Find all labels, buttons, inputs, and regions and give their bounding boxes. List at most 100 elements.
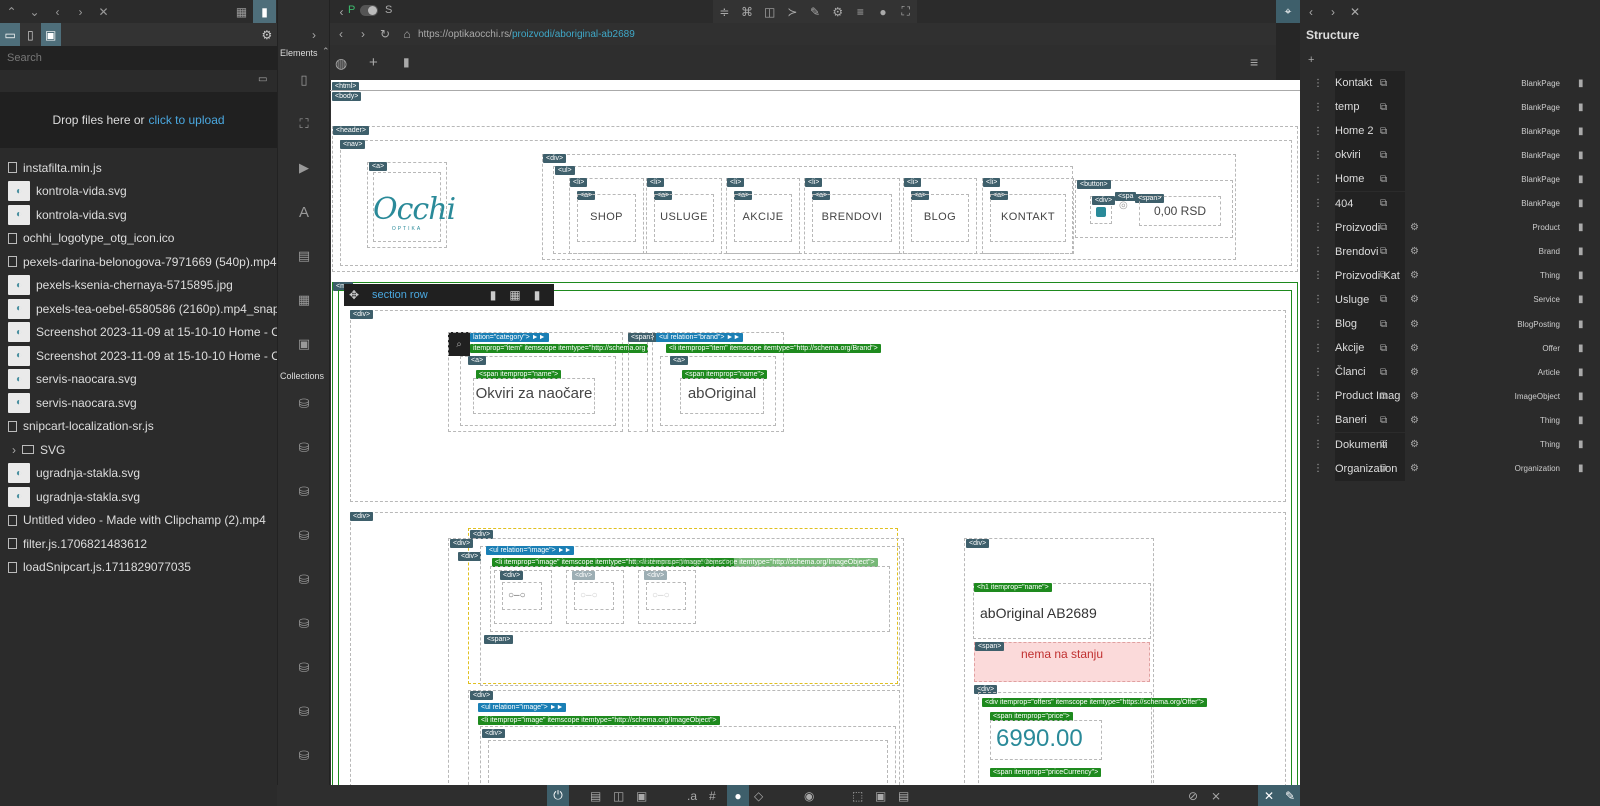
drag-handle-icon[interactable]: ⋮: [1313, 198, 1323, 209]
section-row-label[interactable]: section row: [372, 289, 482, 301]
structure-item[interactable]: ⋮ Dokumenti ⧉ ⚙ Thing ▮: [1300, 432, 1600, 457]
h1-name-tag[interactable]: <h1 itemprop="name">: [974, 583, 1052, 592]
video-icon[interactable]: ▶: [292, 156, 316, 180]
structure-item[interactable]: ⋮ Brendovi ⧉ ⚙ Brand ▮: [1300, 239, 1600, 264]
nav-tag[interactable]: <nav>: [340, 140, 366, 149]
drag-handle-icon[interactable]: ⋮: [1313, 270, 1323, 281]
drag-handle-icon[interactable]: ⋮: [1313, 174, 1323, 185]
external-link-icon[interactable]: ⧉: [1380, 319, 1387, 330]
structure-item[interactable]: ⋮ Home 2 ⧉ BlankPage ▮: [1300, 119, 1600, 144]
drag-handle-icon[interactable]: ⋮: [1313, 391, 1323, 402]
class-icon[interactable]: .a: [687, 789, 697, 803]
sliders-icon[interactable]: ≑: [713, 0, 736, 23]
trash-icon[interactable]: ▮: [1578, 319, 1584, 330]
close-icon[interactable]: ✕: [92, 0, 115, 23]
structure-item[interactable]: ⋮ Članci ⧉ ⚙ Article ▮: [1300, 360, 1600, 385]
users-icon[interactable]: ●: [727, 785, 749, 806]
drag-handle-icon[interactable]: ⋮: [1313, 102, 1323, 113]
external-link-icon[interactable]: ⧉: [1380, 78, 1387, 89]
drag-handle-icon[interactable]: ⋮: [1313, 246, 1323, 257]
div-tag[interactable]: <div>: [500, 571, 524, 580]
trash-icon[interactable]: ▮: [1578, 150, 1584, 161]
forward-icon[interactable]: ›: [1322, 0, 1344, 23]
a-tag[interactable]: <a>: [670, 356, 689, 365]
div-tag[interactable]: <div>: [350, 512, 374, 521]
file-item[interactable]: filter.js.1706821483612: [0, 532, 277, 556]
external-link-icon[interactable]: ⧉: [1380, 415, 1387, 426]
id-icon[interactable]: #: [709, 789, 716, 803]
li-item-tag[interactable]: itemprop="item" itemscope itemtype="http…: [470, 344, 649, 353]
edit-icon[interactable]: ✎: [1280, 785, 1300, 806]
file-item[interactable]: snipcart-localization-sr.js: [0, 415, 277, 439]
trash-icon[interactable]: ▮: [1578, 126, 1584, 137]
page-canvas[interactable]: <html> <body> <header> <nav> <a> Occhi O…: [330, 80, 1301, 785]
trash-icon[interactable]: ▮: [1578, 270, 1584, 281]
url-path[interactable]: proizvodi/aboriginal-ab2689: [512, 29, 635, 40]
columns-icon[interactable]: ▦: [504, 288, 526, 302]
external-link-icon[interactable]: ⧉: [1380, 222, 1387, 233]
hierarchy-icon[interactable]: ⌘: [736, 0, 759, 23]
drag-handle-icon[interactable]: ⋮: [1313, 319, 1323, 330]
mode-toggle[interactable]: [360, 5, 378, 16]
chevron-up-icon[interactable]: ⌃: [0, 0, 23, 23]
copy-icon[interactable]: ▤: [590, 789, 601, 803]
panel-toggle-icon[interactable]: ▮: [253, 0, 276, 23]
no-icon[interactable]: ⊘: [1188, 789, 1198, 803]
trash-icon[interactable]: ▮: [403, 55, 410, 69]
folder-icon[interactable]: ▭: [0, 23, 21, 46]
external-link-icon[interactable]: ⧉: [1380, 270, 1387, 281]
collapse-icon[interactable]: ⌃: [322, 46, 330, 57]
li-tag[interactable]: <li>: [570, 178, 588, 187]
structure-item-name[interactable]: Kontakt: [1335, 71, 1405, 95]
structure-item[interactable]: ⋮ Proizvodi Kat ⧉ ⚙ Thing ▮: [1300, 263, 1600, 288]
glasses-thumbnail[interactable]: ○–○: [508, 590, 526, 601]
file-item[interactable]: ◐ Screenshot 2023-11-09 at 15-10-10 Home …: [0, 344, 277, 368]
add-icon[interactable]: +: [1308, 54, 1314, 66]
a-tag[interactable]: <a>: [468, 356, 487, 365]
home-icon[interactable]: ⌂: [396, 27, 418, 41]
menu-icon[interactable]: ≡: [1250, 54, 1258, 70]
drag-handle-icon[interactable]: ⋮: [1313, 463, 1323, 474]
settings-icon[interactable]: ⚙: [1410, 439, 1419, 450]
upload-dropzone[interactable]: Drop files here or click to upload: [0, 92, 277, 148]
duplicate-icon[interactable]: ◫: [613, 789, 624, 803]
settings-icon[interactable]: ⚙: [1410, 246, 1419, 257]
file-item[interactable]: ◐ ugradnja-stakla.svg: [0, 485, 277, 509]
list-icon[interactable]: ▤: [898, 789, 909, 803]
component-icon[interactable]: ▣: [292, 332, 316, 356]
nav-link-label[interactable]: KONTAKT: [990, 211, 1066, 223]
structure-item[interactable]: ⋮ temp ⧉ BlankPage ▮: [1300, 95, 1600, 120]
div-tag[interactable]: <div>: [350, 310, 374, 319]
trash-icon[interactable]: ▮: [1578, 343, 1584, 354]
file-item[interactable]: ◐ pexels-tea-oebel-6580586 (2160p).mp4_sn…: [0, 297, 277, 321]
select-icon[interactable]: ⬚: [852, 789, 863, 803]
div-tag[interactable]: <div>: [1092, 196, 1116, 205]
external-link-icon[interactable]: ⧉: [1380, 391, 1387, 402]
database-icon[interactable]: ⛁: [292, 568, 316, 592]
trash-icon[interactable]: ▮: [1578, 198, 1584, 209]
external-link-icon[interactable]: ⧉: [1380, 463, 1387, 474]
structure-item[interactable]: ⋮ Home ⧉ BlankPage ▮: [1300, 167, 1600, 192]
forward-icon[interactable]: ›: [69, 0, 92, 23]
file-item[interactable]: instafilta.min.js: [0, 156, 277, 180]
structure-item-name[interactable]: Home: [1335, 167, 1405, 192]
settings-icon[interactable]: ⚙: [1410, 463, 1419, 474]
li-tag[interactable]: <li>: [904, 178, 922, 187]
grid-icon[interactable]: ▦: [230, 0, 253, 23]
trash-icon[interactable]: ▮: [526, 288, 548, 302]
structure-item[interactable]: ⋮ Akcije ⧉ ⚙ Offer ▮: [1300, 336, 1600, 361]
fullscreen-icon[interactable]: ⛶: [894, 0, 917, 23]
header-tag[interactable]: <header>: [333, 126, 369, 135]
glasses-thumbnail[interactable]: ○–○: [652, 590, 670, 601]
logo[interactable]: Occhi: [373, 192, 456, 227]
trash-icon[interactable]: ▮: [1578, 294, 1584, 305]
nav-link-label[interactable]: BRENDOVI: [812, 211, 892, 223]
settings-icon[interactable]: ⚙: [257, 23, 277, 46]
glasses-thumbnail[interactable]: ○–○: [580, 590, 598, 601]
structure-item-name[interactable]: Usluge: [1335, 287, 1405, 312]
li-image-tag[interactable]: <li itemprop="image" itemscope itemtype=…: [478, 716, 720, 725]
database-icon[interactable]: ⛁: [292, 744, 316, 768]
code-icon[interactable]: ◇: [754, 789, 763, 803]
structure-item-name[interactable]: Blog: [1335, 312, 1405, 336]
move-icon[interactable]: ✥: [344, 288, 364, 302]
